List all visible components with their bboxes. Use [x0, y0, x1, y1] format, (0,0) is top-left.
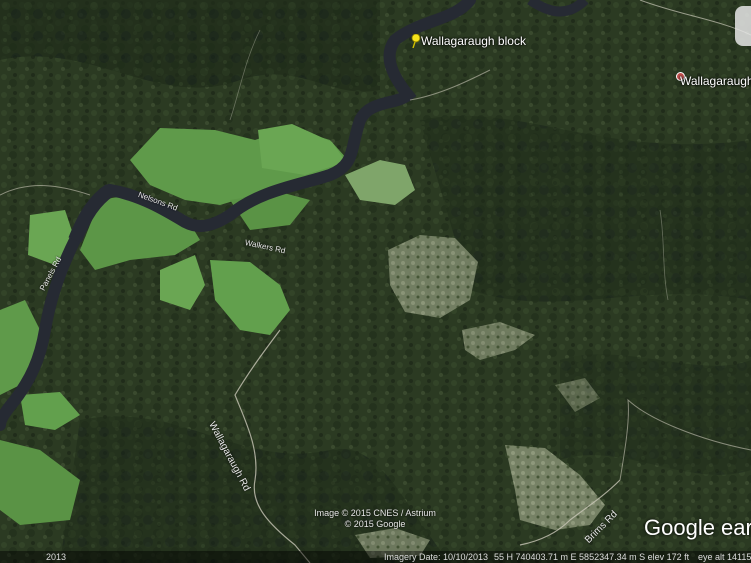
- place-label-wallagaraugh-block[interactable]: Wallagaraugh block: [421, 34, 526, 48]
- status-bar: 2013 Imagery Date: 10/10/2013 55 H 74040…: [0, 551, 751, 563]
- google-earth-logo: Google earth: [644, 515, 751, 540]
- satellite-imagery[interactable]: [0, 0, 751, 563]
- map-view[interactable]: Wallagaraugh block Wallagaraugh Wallagar…: [0, 0, 751, 563]
- place-label-wallagaraugh[interactable]: Wallagaraugh: [680, 74, 751, 88]
- attribution-line-2: © 2015 Google: [344, 519, 406, 529]
- yellow-pushpin-icon[interactable]: [411, 34, 421, 48]
- attribution-line-1: Image © 2015 CNES / Astrium: [314, 508, 436, 518]
- year-badge[interactable]: 2013: [46, 551, 66, 563]
- imagery-attribution: Image © 2015 CNES / Astrium © 2015 Googl…: [300, 508, 450, 530]
- coordinates-readout: 55 H 740403.71 m E 5852347.34 m S elev 1…: [494, 552, 690, 562]
- navigation-control[interactable]: [735, 6, 751, 46]
- imagery-date: Imagery Date: 10/10/2013: [384, 552, 489, 562]
- eye-altitude: eye alt 14115: [698, 552, 751, 562]
